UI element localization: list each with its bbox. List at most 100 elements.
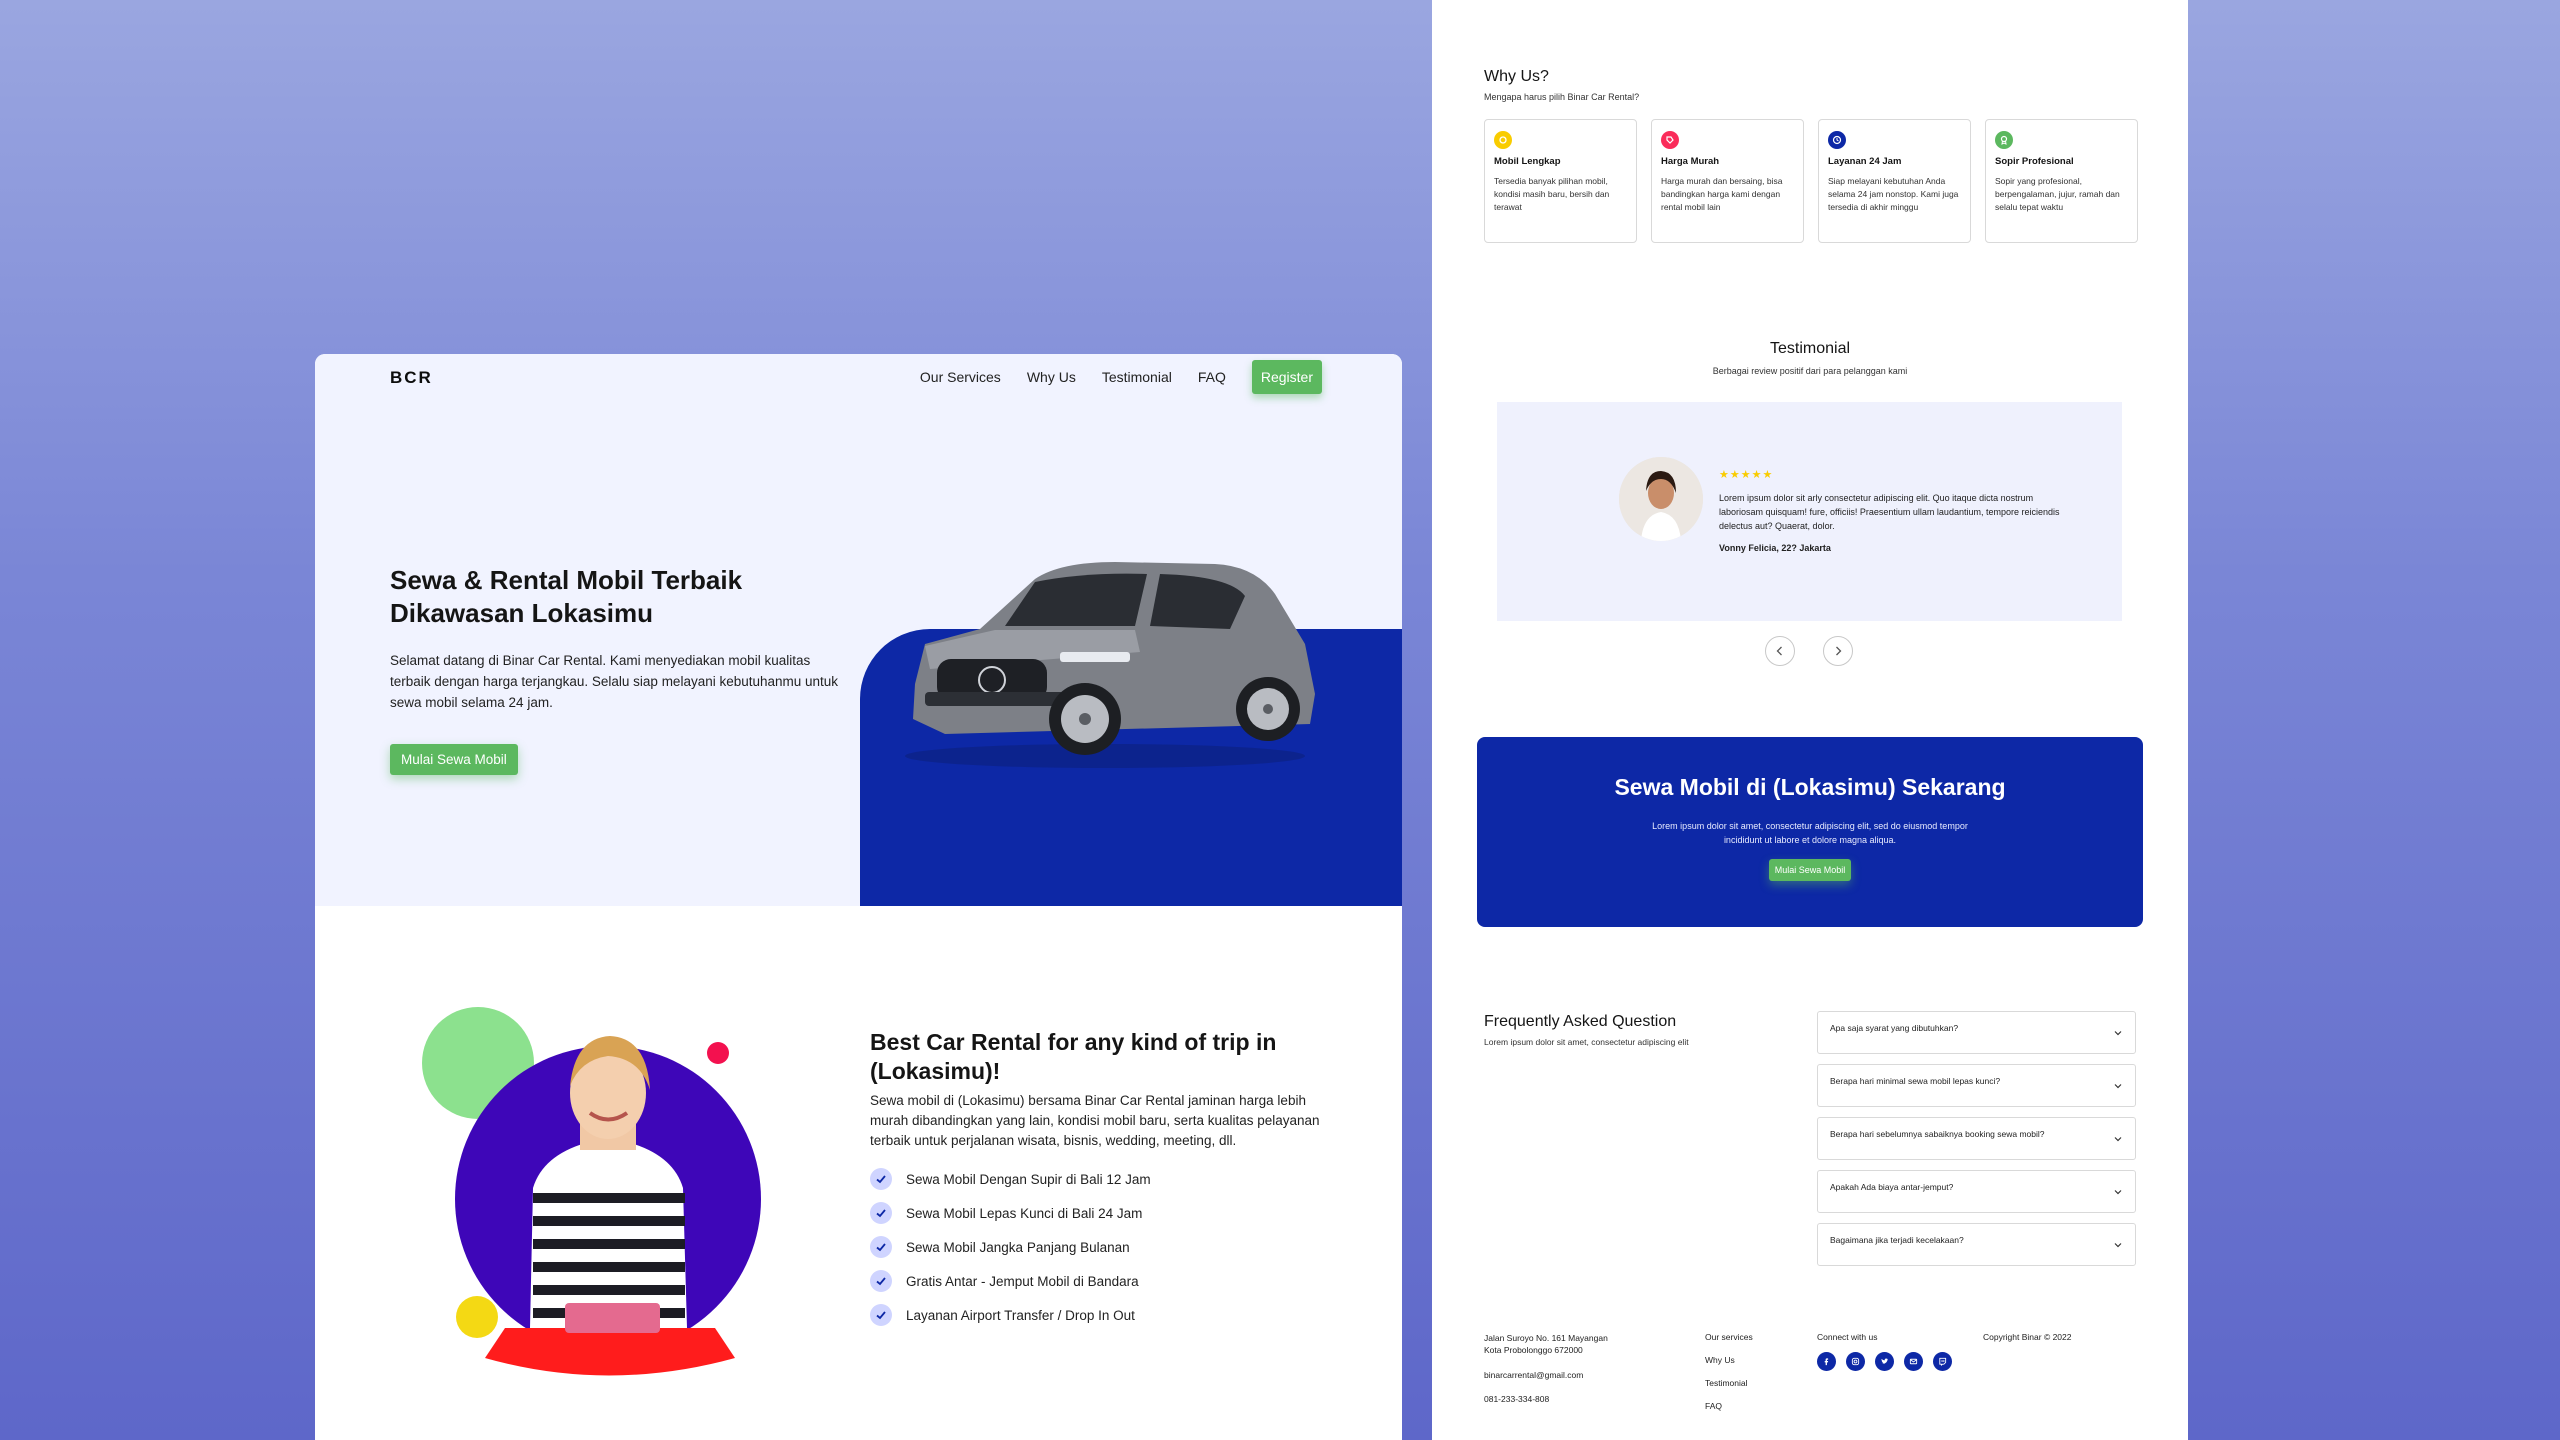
- faq-question: Bagaimana jika terjadi kecelakaan?: [1830, 1235, 1964, 1245]
- happy-customer-illustration: [422, 1007, 761, 1376]
- mail-icon[interactable]: [1904, 1352, 1923, 1371]
- nav-faq[interactable]: FAQ: [1198, 369, 1226, 385]
- check-icon: [870, 1236, 892, 1258]
- why-card-desc: Sopir yang profesional, berpengalaman, j…: [1995, 176, 2120, 212]
- why-card: Layanan 24 Jam Siap melayani kebutuhan A…: [1818, 119, 1971, 243]
- chevron-down-icon: [2114, 1137, 2122, 1142]
- cta-title: Sewa Mobil di (Lokasimu) Sekarang: [1614, 774, 2006, 800]
- navbar: BCR Our Services Why Us Testimonial FAQ …: [315, 354, 1402, 404]
- hero-cta-button[interactable]: Mulai Sewa Mobil: [390, 744, 518, 775]
- check-icon: [870, 1168, 892, 1190]
- prev-button[interactable]: [1765, 636, 1795, 666]
- avatar: [1619, 457, 1703, 541]
- nav-testimonial[interactable]: Testimonial: [1102, 369, 1172, 385]
- faq-list: Apa saja syarat yang dibutuhkan? Berapa …: [1817, 1011, 2136, 1276]
- faq-item[interactable]: Bagaimana jika terjadi kecelakaan?: [1817, 1223, 2136, 1266]
- landing-page-right: Why Us? Mengapa harus pilih Binar Car Re…: [1432, 0, 2188, 1440]
- twitter-icon[interactable]: [1875, 1352, 1894, 1371]
- check-icon: [870, 1270, 892, 1292]
- check-icon: [870, 1304, 892, 1326]
- why-card-title: Layanan 24 Jam: [1828, 156, 1902, 167]
- cta-banner: Sewa Mobil di (Lokasimu) Sekarang Lorem …: [1477, 737, 2143, 927]
- faq-question: Apakah Ada biaya antar-jemput?: [1830, 1182, 1954, 1192]
- clock-icon: [1828, 131, 1846, 149]
- next-button[interactable]: [1823, 636, 1853, 666]
- list-item-label: Sewa Mobil Dengan Supir di Bali 12 Jam: [906, 1171, 1151, 1187]
- list-item-label: Layanan Airport Transfer / Drop In Out: [906, 1307, 1135, 1323]
- chevron-right-icon: [1836, 646, 1842, 656]
- faq-item[interactable]: Apa saja syarat yang dibutuhkan?: [1817, 1011, 2136, 1054]
- testimonial-title: Testimonial: [1769, 340, 1851, 357]
- footer-email: binarcarrental@gmail.com: [1484, 1370, 1584, 1380]
- why-card: Mobil Lengkap Tersedia banyak pilihan mo…: [1484, 119, 1637, 243]
- why-card-desc: Harga murah dan bersaing, bisa bandingka…: [1661, 176, 1783, 212]
- footer-address: Jalan Suroyo No. 161 Mayangan Kota Probo…: [1484, 1333, 1608, 1355]
- chevron-down-icon: [2114, 1190, 2122, 1195]
- footer-links: Our services Why Us Testimonial FAQ: [1705, 1332, 1753, 1424]
- why-card-desc: Tersedia banyak pilihan mobil, kondisi m…: [1494, 176, 1610, 212]
- rating-stars: ★★★★★: [1719, 469, 1774, 481]
- social-links: [1817, 1352, 1952, 1371]
- footer-link-our-services[interactable]: Our services: [1705, 1332, 1753, 1355]
- chevron-down-icon: [2114, 1084, 2122, 1089]
- list-item-label: Gratis Antar - Jemput Mobil di Bandara: [906, 1273, 1139, 1289]
- about-feature-list: Sewa Mobil Dengan Supir di Bali 12 Jam S…: [870, 1162, 1151, 1332]
- list-item-label: Sewa Mobil Lepas Kunci di Bali 24 Jam: [906, 1205, 1143, 1221]
- brand-logo[interactable]: BCR: [390, 368, 433, 388]
- testimonial-subtitle: Berbagai review positif dari para pelang…: [1712, 366, 1908, 376]
- list-item: Layanan Airport Transfer / Drop In Out: [870, 1298, 1151, 1332]
- testimonial-text: Lorem ipsum dolor sit arly consectetur a…: [1719, 493, 2060, 531]
- footer-phone: 081-233-334-808: [1484, 1394, 1550, 1404]
- cta-description: Lorem ipsum dolor sit amet, consectetur …: [1652, 821, 1968, 845]
- hero-description: Selamat datang di Binar Car Rental. Kami…: [390, 653, 839, 710]
- why-us-cards: Mobil Lengkap Tersedia banyak pilihan mo…: [1484, 119, 2138, 243]
- list-item: Sewa Mobil Jangka Panjang Bulanan: [870, 1230, 1151, 1264]
- connect-label: Connect with us: [1817, 1332, 1878, 1342]
- hero-title: Sewa & Rental Mobil Terbaik Dikawasan Lo…: [390, 565, 743, 628]
- facebook-icon[interactable]: [1817, 1352, 1836, 1371]
- award-icon: [1995, 131, 2013, 149]
- hero-section: BCR Our Services Why Us Testimonial FAQ …: [315, 354, 1402, 906]
- why-card-desc: Siap melayani kebutuhan Anda selama 24 j…: [1828, 176, 1959, 212]
- faq-subtitle: Lorem ipsum dolor sit amet, consectetur …: [1484, 1037, 1689, 1047]
- nav-links: Our Services Why Us Testimonial FAQ Regi…: [894, 360, 1322, 394]
- landing-page-left: BCR Our Services Why Us Testimonial FAQ …: [315, 354, 1402, 1440]
- copyright: Copyright Binar © 2022: [1983, 1332, 2072, 1342]
- faq-item[interactable]: Berapa hari sebelumnya sabaiknya booking…: [1817, 1117, 2136, 1160]
- chevron-left-icon: [1776, 646, 1782, 656]
- about-description: Sewa mobil di (Lokasimu) bersama Binar C…: [870, 1093, 1320, 1148]
- about-title: Best Car Rental for any kind of trip in …: [870, 1029, 1277, 1084]
- chevron-down-icon: [2114, 1243, 2122, 1248]
- why-card: Harga Murah Harga murah dan bersaing, bi…: [1651, 119, 1804, 243]
- list-item: Gratis Antar - Jemput Mobil di Bandara: [870, 1264, 1151, 1298]
- register-button[interactable]: Register: [1251, 360, 1322, 394]
- faq-question: Apa saja syarat yang dibutuhkan?: [1830, 1023, 1959, 1033]
- nav-why-us[interactable]: Why Us: [1027, 369, 1076, 385]
- faq-question: Berapa hari minimal sewa mobil lepas kun…: [1830, 1076, 2001, 1086]
- nav-our-services[interactable]: Our Services: [920, 369, 1001, 385]
- footer-link-faq[interactable]: FAQ: [1705, 1401, 1753, 1424]
- footer-link-why-us[interactable]: Why Us: [1705, 1355, 1753, 1378]
- faq-item[interactable]: Apakah Ada biaya antar-jemput?: [1817, 1170, 2136, 1213]
- footer-link-testimonial[interactable]: Testimonial: [1705, 1378, 1753, 1401]
- thumbs-up-icon: [1494, 131, 1512, 149]
- why-card-title: Mobil Lengkap: [1494, 156, 1561, 167]
- cta-button[interactable]: Mulai Sewa Mobil: [1768, 859, 1852, 881]
- why-card-title: Harga Murah: [1661, 156, 1720, 167]
- car-image: [905, 562, 1315, 768]
- why-us-title: Why Us?: [1484, 68, 1549, 85]
- chevron-down-icon: [2114, 1031, 2122, 1036]
- instagram-icon[interactable]: [1846, 1352, 1865, 1371]
- list-item: Sewa Mobil Dengan Supir di Bali 12 Jam: [870, 1162, 1151, 1196]
- faq-question: Berapa hari sebelumnya sabaiknya booking…: [1830, 1129, 2045, 1139]
- faq-item[interactable]: Berapa hari minimal sewa mobil lepas kun…: [1817, 1064, 2136, 1107]
- why-us-subtitle: Mengapa harus pilih Binar Car Rental?: [1484, 92, 1640, 102]
- check-icon: [870, 1202, 892, 1224]
- why-card-title: Sopir Profesional: [1995, 156, 2074, 167]
- faq-title: Frequently Asked Question: [1484, 1013, 1677, 1030]
- price-tag-icon: [1661, 131, 1679, 149]
- why-card: Sopir Profesional Sopir yang profesional…: [1985, 119, 2138, 243]
- twitch-icon[interactable]: [1933, 1352, 1952, 1371]
- testimonial-card: ★★★★★ Lorem ipsum dolor sit arly consect…: [1497, 402, 2122, 621]
- testimonial-name: Vonny Felicia, 22? Jakarta: [1719, 543, 1831, 553]
